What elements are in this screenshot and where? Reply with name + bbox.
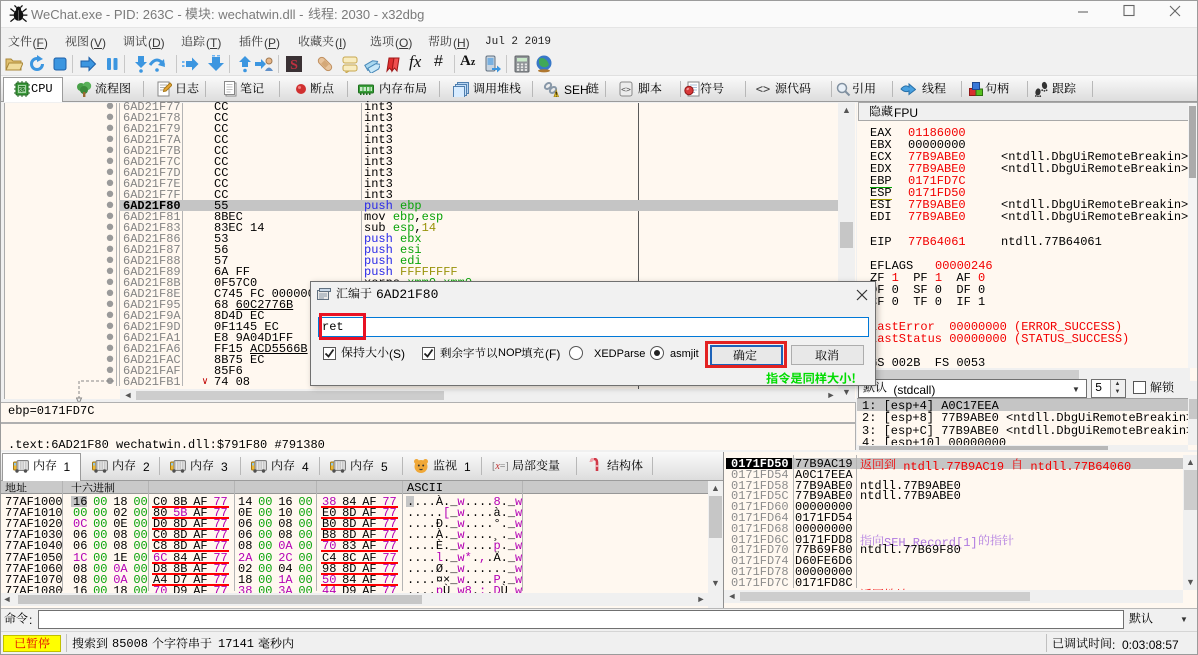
- svg-text:S: S: [290, 58, 298, 73]
- svg-text:<>: <>: [621, 85, 631, 94]
- svg-text:!: !: [555, 93, 557, 98]
- svg-text:32: 32: [18, 88, 25, 94]
- svg-text:<>: <>: [756, 82, 770, 96]
- svg-text:[x=]: [x=]: [492, 461, 508, 472]
